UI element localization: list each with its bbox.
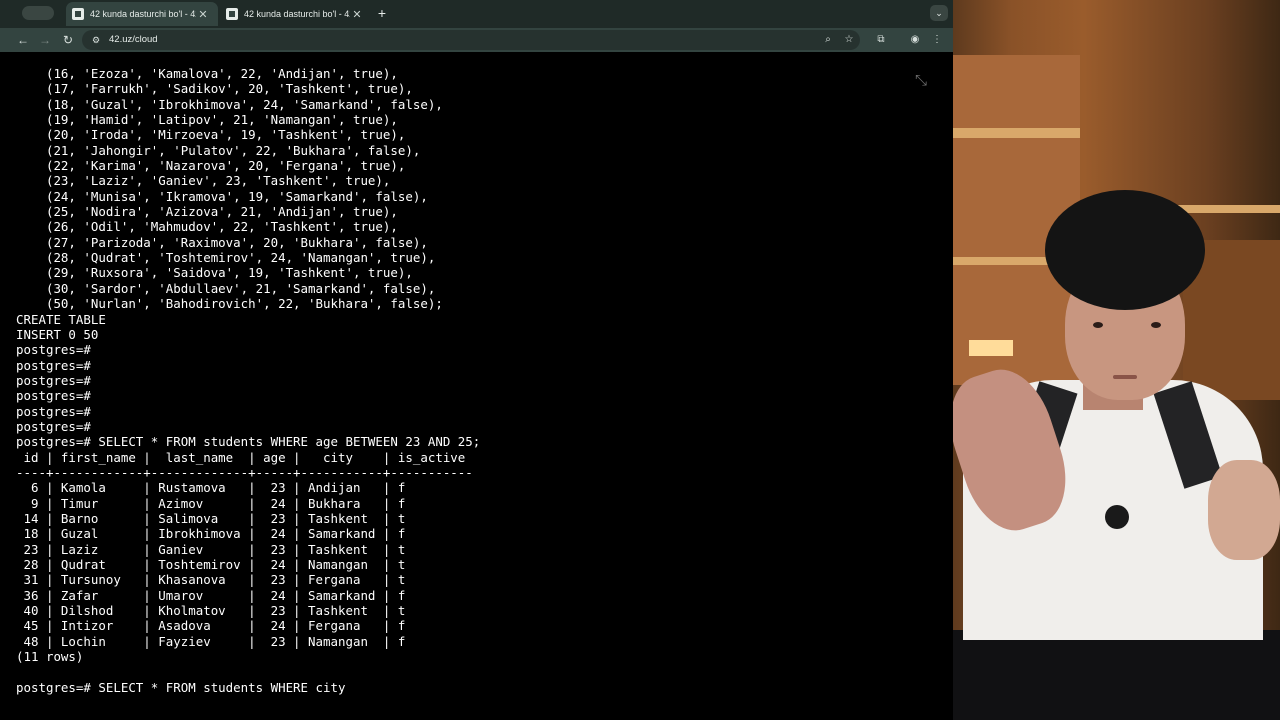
terminal-line: (29, 'Ruxsora', 'Saidova', 19, 'Tashkent… (16, 265, 413, 281)
terminal-line: (20, 'Iroda', 'Mirzoeva', 19, 'Tashkent'… (16, 127, 406, 143)
presenter-mouth (1113, 375, 1137, 379)
terminal-line: postgres=# (16, 342, 91, 358)
browser-menu-icon[interactable]: ⋮ (930, 33, 944, 47)
terminal-line: postgres=# (16, 403, 91, 419)
site-favicon-icon (226, 8, 238, 20)
terminal-line: 45 | Intizor | Asadova | 24 | Fergana | … (16, 618, 406, 634)
terminal-viewport[interactable]: (16, 'Ezoza', 'Kamalova', 22, 'Andijan',… (8, 52, 953, 720)
terminal-line: postgres=# SELECT * FROM students WHERE … (16, 434, 481, 450)
terminal-line: INSERT 0 50 (16, 326, 99, 342)
new-tab-button[interactable]: + (375, 5, 389, 21)
terminal-line: postgres=# (16, 372, 91, 388)
tab-1[interactable]: 42 kunda dasturchi bo'l - 42 ✕ (66, 2, 218, 26)
presenter-hair (1045, 190, 1205, 310)
laptop-foreground (953, 630, 1280, 720)
terminal-line: CREATE TABLE (16, 311, 106, 327)
psql-terminal-output[interactable]: (16, 'Ezoza', 'Kamalova', 22, 'Andijan',… (16, 66, 480, 695)
background-light (969, 340, 1013, 356)
terminal-line: postgres=# SELECT * FROM students WHERE … (16, 679, 346, 695)
bookmark-star-icon[interactable]: ☆ (842, 33, 856, 47)
forward-arrow-icon[interactable]: → (37, 32, 53, 48)
tab-strip: 42 kunda dasturchi bo'l - 42 ✕ 42 kunda … (0, 0, 953, 28)
terminal-line: 36 | Zafar | Umarov | 24 | Samarkand | f (16, 587, 406, 603)
terminal-line: (11 rows) (16, 649, 84, 665)
terminal-line: 9 | Timur | Azimov | 24 | Bukhara | f (16, 495, 406, 511)
terminal-line: (27, 'Parizoda', 'Raximova', 20, 'Bukhar… (16, 234, 428, 250)
back-arrow-icon[interactable]: ← (15, 32, 31, 48)
terminal-line: 40 | Dilshod | Kholmatov | 23 | Tashkent… (16, 603, 406, 619)
site-info-icon[interactable]: ⚙ (90, 34, 102, 46)
terminal-line: 48 | Lochin | Fayziev | 23 | Namangan | … (16, 633, 406, 649)
terminal-line: postgres=# (16, 388, 91, 404)
webcam-presenter-overlay (953, 0, 1280, 720)
terminal-line: (23, 'Laziz', 'Ganiev', 23, 'Tashkent', … (16, 173, 391, 189)
terminal-line: (26, 'Odil', 'Mahmudov', 22, 'Tashkent',… (16, 219, 398, 235)
browser-toolbar: ← → ↻ ⚙ 42.uz/cloud ⌕ ☆ ⧉ ◉ ⋮ (0, 28, 953, 52)
close-tab-icon[interactable]: ✕ (350, 8, 364, 21)
terminal-line: (30, 'Sardor', 'Abdullaev', 21, 'Samarka… (16, 280, 436, 296)
tab-search-button[interactable]: ⌄ (930, 5, 948, 21)
terminal-line: 14 | Barno | Salimova | 23 | Tashkent | … (16, 510, 406, 526)
terminal-line: 18 | Guzal | Ibrokhimova | 24 | Samarkan… (16, 526, 406, 542)
profile-icon[interactable]: ◉ (908, 33, 922, 47)
lapel-microphone (1105, 505, 1129, 529)
tab-group-pill[interactable] (22, 6, 54, 20)
url-text[interactable]: 42.uz/cloud (109, 33, 158, 47)
tab-2[interactable]: 42 kunda dasturchi bo'l - 42 ✕ (220, 2, 372, 26)
terminal-line: ----+------------+-------------+-----+--… (16, 464, 473, 480)
terminal-line: (21, 'Jahongir', 'Pulatov', 22, 'Bukhara… (16, 142, 421, 158)
presenter-eye (1151, 322, 1161, 328)
terminal-line: postgres=# (16, 418, 91, 434)
terminal-line: 23 | Laziz | Ganiev | 23 | Tashkent | t (16, 541, 406, 557)
presenter-eye (1093, 322, 1103, 328)
address-bar[interactable]: ⚙ 42.uz/cloud ⌕ ☆ (82, 30, 860, 50)
terminal-line: (28, 'Qudrat', 'Toshtemirov', 24, 'Naman… (16, 250, 436, 266)
terminal-line: 28 | Qudrat | Toshtemirov | 24 | Namanga… (16, 557, 406, 572)
terminal-line: 6 | Kamola | Rustamova | 23 | Andijan | … (16, 480, 406, 496)
terminal-line: (19, 'Hamid', 'Latipov', 21, 'Namangan',… (16, 112, 398, 128)
terminal-line: postgres=# (16, 357, 91, 373)
exit-fullscreen-icon[interactable]: ⤡ (910, 70, 932, 92)
terminal-line: 31 | Tursunoy | Khasanova | 23 | Fergana… (16, 572, 406, 588)
extensions-icon[interactable]: ⧉ (874, 33, 888, 47)
tab-title: 42 kunda dasturchi bo'l - 42 (244, 9, 350, 19)
terminal-line: (50, 'Nurlan', 'Bahodirovich', 22, 'Bukh… (16, 296, 443, 312)
terminal-line: (25, 'Nodira', 'Azizova', 21, 'Andijan',… (16, 204, 398, 220)
terminal-line: (18, 'Guzal', 'Ibrokhimova', 24, 'Samark… (16, 96, 443, 112)
browser-window: 42 kunda dasturchi bo'l - 42 ✕ 42 kunda … (0, 0, 953, 720)
tab-title: 42 kunda dasturchi bo'l - 42 (90, 9, 196, 19)
background-rail (953, 128, 1080, 138)
zoom-icon[interactable]: ⌕ (821, 33, 835, 47)
terminal-line: (22, 'Karima', 'Nazarova', 20, 'Fergana'… (16, 158, 406, 174)
close-tab-icon[interactable]: ✕ (196, 8, 210, 21)
site-favicon-icon (72, 8, 84, 20)
terminal-line: (17, 'Farrukh', 'Sadikov', 20, 'Tashkent… (16, 81, 413, 97)
terminal-line: id | first_name | last_name | age | city… (16, 449, 466, 465)
terminal-line: (24, 'Munisa', 'Ikramova', 19, 'Samarkan… (16, 188, 428, 204)
reload-icon[interactable]: ↻ (60, 32, 76, 48)
terminal-line: (16, 'Ezoza', 'Kamalova', 22, 'Andijan',… (16, 66, 398, 81)
presenter-right-hand (1208, 460, 1280, 560)
